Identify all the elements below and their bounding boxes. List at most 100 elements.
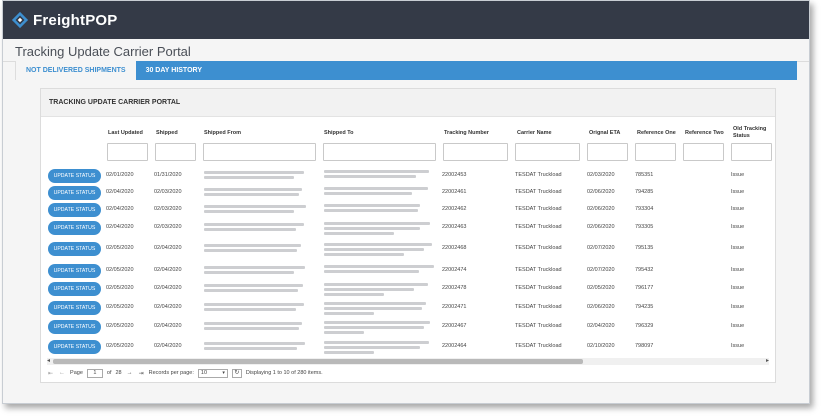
update-status-button[interactable]: UPDATE STATUS bbox=[48, 282, 101, 296]
redacted-shipped-from-text bbox=[204, 176, 294, 179]
filter-carrier-name-input[interactable] bbox=[515, 143, 580, 161]
cell-shipped: 02/04/2020 bbox=[154, 304, 182, 310]
cell-carrier-name: TESDAT Truckload bbox=[515, 267, 562, 273]
filter-old-tracking-status-input[interactable] bbox=[731, 143, 772, 161]
page-number-input[interactable]: 1 bbox=[86, 368, 103, 378]
filter-shipped-input[interactable] bbox=[155, 143, 196, 161]
filter-tracking-number-input[interactable] bbox=[443, 143, 508, 161]
update-status-button[interactable]: UPDATE STATUS bbox=[48, 242, 101, 256]
table-row: UPDATE STATUS 02/05/2020 02/04/2020 2200247… bbox=[41, 281, 777, 298]
scrollbar-thumb[interactable] bbox=[53, 359, 583, 364]
redacted-shipped-from-text bbox=[204, 342, 305, 345]
scroll-left-arrow-icon[interactable]: ◂ bbox=[47, 357, 50, 364]
filter-reference-one-input[interactable] bbox=[635, 143, 676, 161]
cell-shipped: 02/04/2020 bbox=[154, 245, 182, 251]
update-status-button[interactable]: UPDATE STATUS bbox=[48, 221, 101, 235]
refresh-icon[interactable]: ↻ bbox=[231, 368, 242, 378]
records-per-page-select[interactable]: 10 ▾ bbox=[197, 368, 228, 378]
filter-shipped-from-input[interactable] bbox=[203, 143, 316, 161]
freightpop-logo-icon bbox=[11, 11, 29, 29]
page-label: Page bbox=[70, 370, 83, 376]
update-status-button[interactable]: UPDATE STATUS bbox=[48, 203, 101, 217]
cell-old-tracking-status: Issue bbox=[731, 304, 745, 310]
update-status-button[interactable]: UPDATE STATUS bbox=[48, 301, 101, 315]
header-shipped-to[interactable]: Shipped To bbox=[324, 130, 354, 137]
cell-old-tracking-status: Issue bbox=[731, 323, 745, 329]
cell-tracking-number: 22002474 bbox=[442, 267, 467, 273]
redacted-shipped-to-text bbox=[324, 187, 428, 190]
tab-30-day-history[interactable]: 30 DAY HISTORY bbox=[136, 61, 212, 80]
next-page-icon[interactable]: → bbox=[126, 370, 134, 376]
cell-reference-one: 795432 bbox=[635, 267, 654, 273]
cell-shipped: 02/04/2020 bbox=[154, 323, 182, 329]
header-shipped-from[interactable]: Shipped From bbox=[204, 130, 241, 137]
redacted-shipped-to-text bbox=[324, 341, 429, 344]
redacted-shipped-to-text bbox=[324, 331, 364, 334]
tab-not-delivered-shipments[interactable]: NOT DELIVERED SHIPMENTS bbox=[15, 61, 136, 80]
top-bar: FreightPOP bbox=[3, 1, 809, 39]
redacted-shipped-to-text bbox=[324, 227, 420, 230]
header-original-eta[interactable]: Orignal ETA bbox=[589, 130, 620, 137]
app-window: FreightPOP Tracking Update Carrier Porta… bbox=[2, 0, 810, 404]
filter-original-eta-input[interactable] bbox=[587, 143, 628, 161]
redacted-shipped-to-text bbox=[324, 283, 428, 286]
cell-carrier-name: TESDAT Truckload bbox=[515, 172, 562, 178]
last-page-icon[interactable]: ⇥ bbox=[138, 370, 145, 377]
cell-reference-one: 796177 bbox=[635, 285, 654, 291]
chevron-down-icon: ▾ bbox=[222, 369, 225, 376]
header-carrier-name[interactable]: Carrier Name bbox=[517, 130, 552, 137]
cell-tracking-number: 22002471 bbox=[442, 304, 467, 310]
filter-reference-two-input[interactable] bbox=[683, 143, 724, 161]
redacted-shipped-to-text bbox=[324, 351, 374, 354]
cell-original-eta: 02/06/2020 bbox=[587, 224, 615, 230]
cell-last-updated: 02/04/2020 bbox=[106, 189, 134, 195]
cell-reference-one: 793304 bbox=[635, 206, 654, 212]
redacted-shipped-from-text bbox=[204, 188, 302, 191]
update-status-button[interactable]: UPDATE STATUS bbox=[48, 186, 101, 200]
redacted-shipped-to-text bbox=[324, 248, 424, 251]
filter-last-updated-input[interactable] bbox=[107, 143, 148, 161]
brand-logo[interactable]: FreightPOP bbox=[11, 11, 118, 29]
redacted-shipped-from-text bbox=[204, 205, 306, 208]
cell-old-tracking-status: Issue bbox=[731, 245, 745, 251]
cell-reference-one: 793305 bbox=[635, 224, 654, 230]
table-row: UPDATE STATUS 02/04/2020 02/03/2020 2200246… bbox=[41, 220, 777, 237]
redacted-shipped-from-text bbox=[204, 289, 298, 292]
table-row: UPDATE STATUS 02/05/2020 02/04/2020 2200246… bbox=[41, 319, 777, 336]
redacted-shipped-from-text bbox=[204, 244, 301, 247]
table-row: UPDATE STATUS 02/05/2020 02/04/2020 2200247… bbox=[41, 300, 777, 317]
redacted-shipped-to-text bbox=[324, 288, 414, 291]
cell-tracking-number: 22002453 bbox=[442, 172, 467, 178]
redacted-shipped-to-text bbox=[324, 243, 432, 246]
previous-page-icon[interactable]: ← bbox=[58, 370, 66, 376]
cell-original-eta: 02/04/2020 bbox=[587, 323, 615, 329]
header-last-updated[interactable]: Last Updated bbox=[108, 130, 143, 137]
redacted-shipped-from-text bbox=[204, 327, 299, 330]
redacted-shipped-to-text bbox=[324, 222, 430, 225]
redacted-shipped-to-text bbox=[324, 192, 412, 195]
header-old-tracking-status[interactable]: Old Tracking Status bbox=[733, 126, 766, 140]
cell-original-eta: 02/07/2020 bbox=[587, 245, 615, 251]
header-reference-one[interactable]: Reference One bbox=[637, 130, 676, 137]
cell-shipped: 02/03/2020 bbox=[154, 224, 182, 230]
panel-title: TRACKING UPDATE CARRIER PORTAL bbox=[41, 89, 775, 117]
cell-reference-one: 794235 bbox=[635, 304, 654, 310]
cell-shipped: 02/03/2020 bbox=[154, 206, 182, 212]
cell-tracking-number: 22002467 bbox=[442, 323, 467, 329]
first-page-icon[interactable]: ⇤ bbox=[47, 370, 54, 377]
update-status-button[interactable]: UPDATE STATUS bbox=[48, 169, 101, 183]
cell-reference-one: 785351 bbox=[635, 172, 654, 178]
update-status-button[interactable]: UPDATE STATUS bbox=[48, 320, 101, 334]
scroll-right-arrow-icon[interactable]: ▸ bbox=[766, 357, 769, 364]
horizontal-scrollbar[interactable]: ◂ ▸ bbox=[47, 358, 769, 365]
cell-old-tracking-status: Issue bbox=[731, 343, 745, 349]
redacted-shipped-to-text bbox=[324, 170, 429, 173]
update-status-button[interactable]: UPDATE STATUS bbox=[48, 264, 101, 278]
cell-last-updated: 02/04/2020 bbox=[106, 206, 134, 212]
header-shipped[interactable]: Shipped bbox=[156, 130, 178, 137]
update-status-button[interactable]: UPDATE STATUS bbox=[48, 340, 101, 354]
header-tracking-number[interactable]: Tracking Number bbox=[444, 130, 489, 137]
redacted-shipped-from-text bbox=[204, 249, 297, 252]
filter-shipped-to-input[interactable] bbox=[323, 143, 436, 161]
header-reference-two[interactable]: Reference Two bbox=[685, 130, 724, 137]
